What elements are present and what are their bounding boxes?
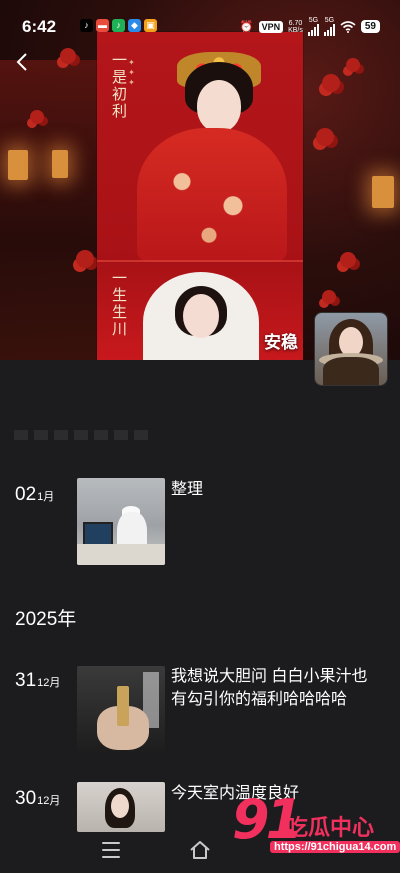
desk-shape [77,544,165,565]
back-button[interactable] [10,52,34,76]
entry-day: 30 [15,788,37,809]
avatar[interactable] [314,312,388,386]
battery-icon: 59 [360,20,380,33]
poster-small-text: ✦✦✦ [127,58,136,88]
network-speed-value: 6.70 [288,19,303,27]
lantern-decoration [372,176,394,208]
menu-button[interactable] [102,842,120,858]
entry-month: 12月 [37,795,61,807]
home-icon[interactable] [189,840,211,860]
status-right: ⏰ VPN 6.70 KB/s 5G 5G 59 [240,17,380,36]
app-icon: ♪ [112,19,125,32]
signal-2: 5G [323,17,335,36]
face-shape [111,794,129,818]
app-icon: ◆ [128,19,141,32]
blossom-decoration [30,110,44,124]
cover-image[interactable]: 一是初利 ✦✦✦ 一生生川 [0,0,400,360]
alarm-icon: ⏰ [239,21,254,33]
status-time: 6:42 [22,17,57,36]
signal-1: 5G [307,17,319,36]
bride-robe [137,128,287,262]
entry-date: 3112月 [15,670,60,692]
entry-date: 3012月 [15,788,60,810]
tiktok-icon: ♪ [80,19,93,32]
poster-text-bottom: 一生生川 [110,270,128,338]
notification-icons: ♪ ▬ ♪ ◆ ▣ [80,19,157,32]
network-speed-unit: KB/s [288,26,303,34]
blossom-decoration [346,58,360,72]
menu-icon [102,842,120,844]
entry-month: 1月 [37,491,55,503]
entry-thumbnail[interactable] [77,782,165,832]
monitor-shape [83,522,113,546]
back-arrow-icon [16,53,27,71]
status-bar: 6:42 ♪ ▬ ♪ ◆ ▣ ⏰ VPN 6.70 KB/s 5G 5G 59 [0,0,400,44]
entry-text: 我想说大胆问 白白小果汁也有勾引你的福利哈哈哈哈 [171,668,368,708]
entry-day: 02 [15,484,37,505]
system-nav-bar [0,832,400,873]
poster-divider [97,260,303,262]
profile-name: 安稳 [264,333,298,352]
faint-divider [14,430,154,440]
blossom-decoration [76,250,94,268]
entry-text: 整理 [171,481,204,498]
wifi-icon [340,20,356,33]
entry-date: 021月 [15,484,54,506]
app-icon: ▬ [96,19,109,32]
lantern-decoration [52,150,68,178]
blossom-decoration [340,252,356,268]
menu-icon-line [102,856,120,858]
entry-thumbnail[interactable] [77,666,165,752]
item-shape [117,686,129,726]
entry-month: 12月 [37,677,61,689]
lantern-decoration [8,150,28,180]
blossom-decoration [60,48,76,64]
avatar-body [323,357,379,385]
signal-bars-icon [307,24,319,36]
bride-face [183,294,219,338]
network-speed: 6.70 KB/s [288,20,303,34]
entry-thumbnail[interactable] [77,478,165,565]
blossom-decoration [322,290,336,304]
entry-text: 今天室内温度良好 [171,785,300,802]
app-icon: ▣ [144,19,157,32]
cover-left-decoration [0,60,110,360]
bride-face [197,80,241,132]
signal-bars-icon [323,24,335,36]
signal-1-label: 5G [308,17,319,24]
signal-2-label: 5G [324,17,335,24]
menu-icon-line [102,849,120,851]
blossom-decoration [316,128,334,146]
entry-day: 31 [15,670,37,691]
year-marker: 2025年 [15,609,77,630]
blossom-decoration [322,74,340,92]
vpn-badge: VPN [258,20,284,33]
wedding-poster: 一是初利 ✦✦✦ 一生生川 [97,32,303,360]
